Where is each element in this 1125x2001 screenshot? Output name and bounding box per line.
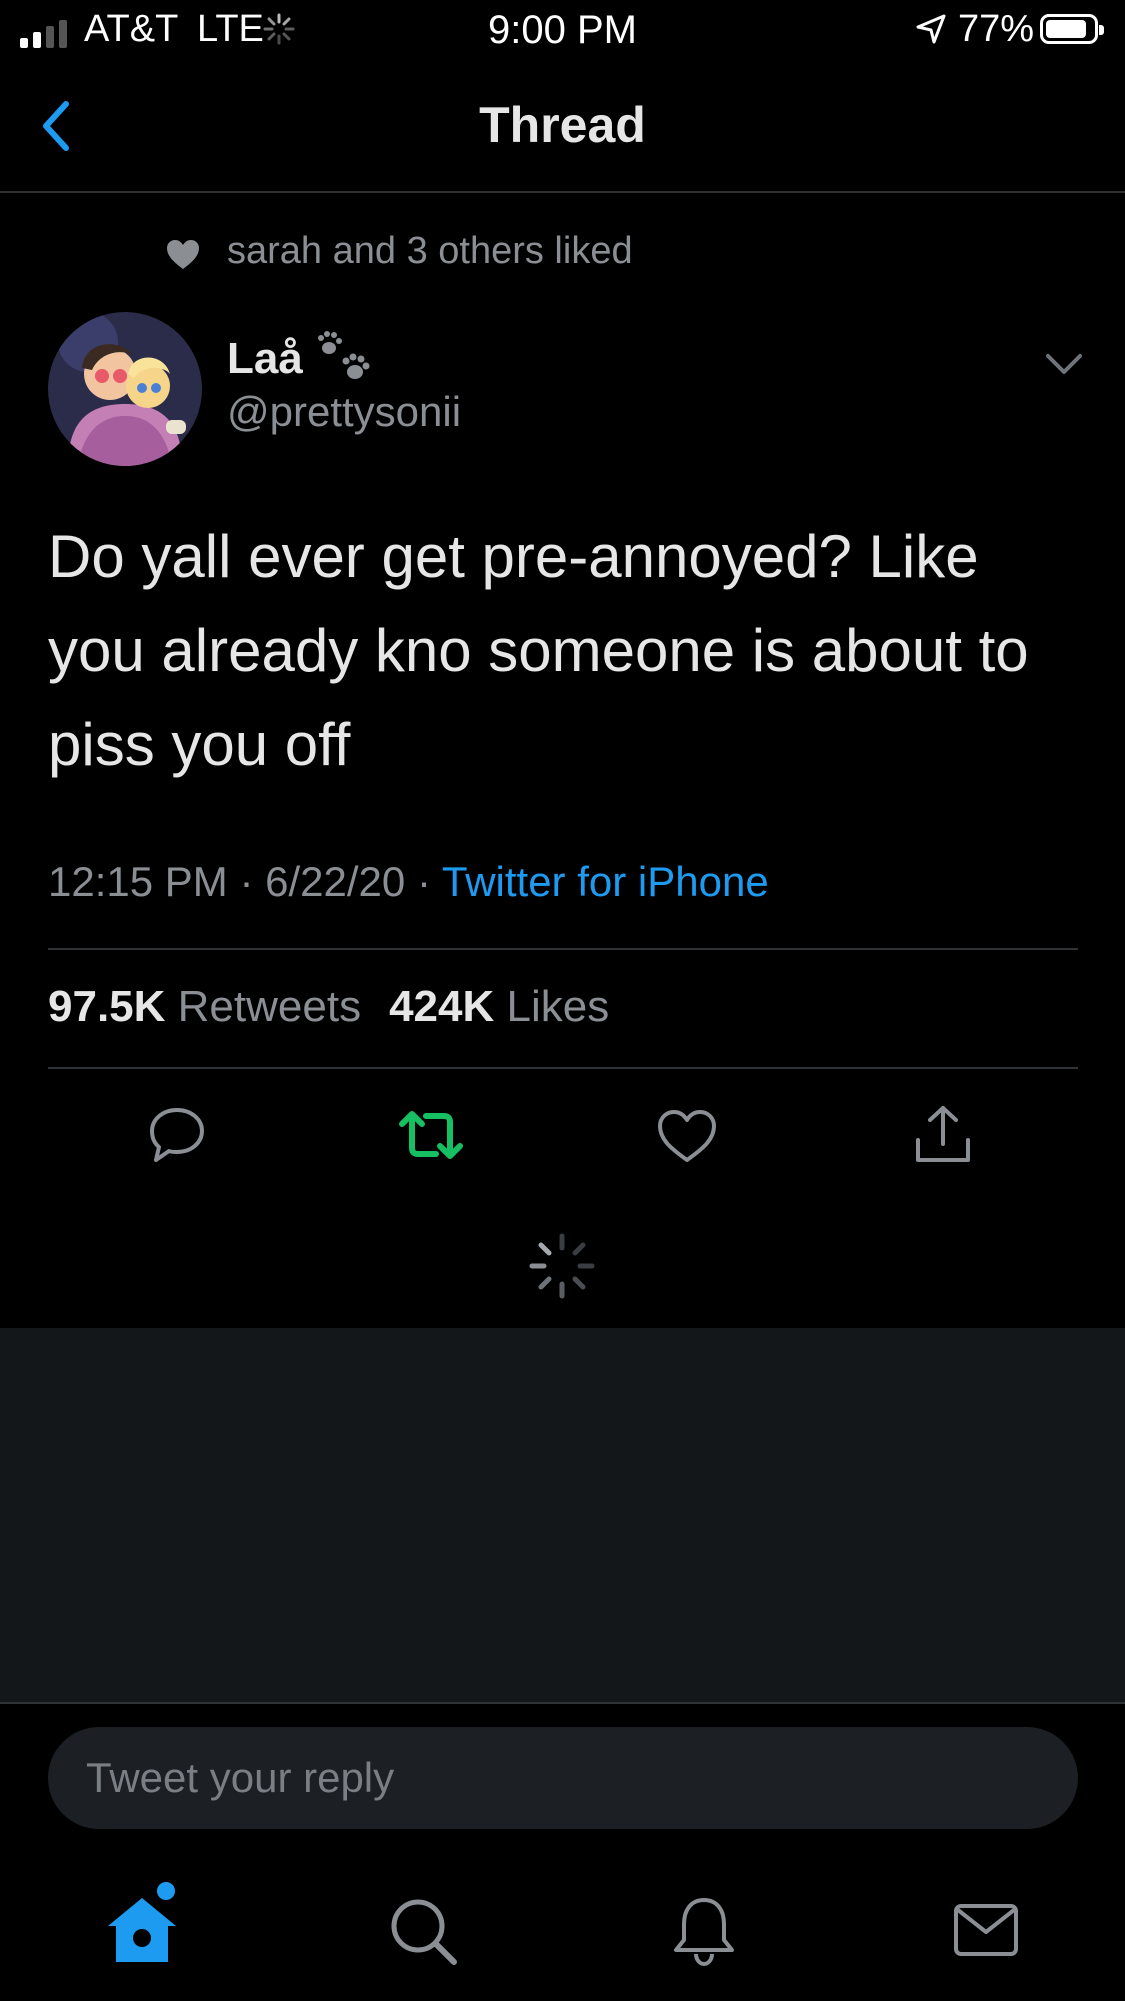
retweets-stat[interactable]: 97.5K Retweets <box>48 982 361 1031</box>
share-icon[interactable] <box>908 1100 978 1170</box>
likes-label: Likes <box>506 982 610 1031</box>
status-time: 9:00 PM <box>488 8 637 52</box>
social-context-label[interactable]: sarah and 3 others liked <box>227 230 633 273</box>
page-title: Thread <box>479 97 646 153</box>
divider <box>48 948 1078 950</box>
messages-icon[interactable] <box>948 1892 1024 1968</box>
like-icon[interactable] <box>652 1100 722 1170</box>
avatar[interactable] <box>48 312 202 466</box>
likes-stat[interactable]: 424K Likes <box>389 982 609 1031</box>
status-bar: AT&T LTE 9:00 PM 77% <box>0 0 1125 62</box>
separator: · <box>416 858 431 905</box>
retweets-label: Retweets <box>177 982 362 1031</box>
heart-icon <box>167 240 199 269</box>
retweets-count: 97.5K <box>48 982 166 1031</box>
tweet-text: Do yall ever get pre-annoyed? Like you a… <box>48 523 1029 778</box>
location-arrow-icon <box>916 14 946 44</box>
home-icon[interactable] <box>104 1892 180 1968</box>
battery-icon <box>1040 14 1104 44</box>
retweet-icon[interactable] <box>396 1100 466 1170</box>
header-divider <box>0 191 1125 193</box>
tweet-date: 6/22/20 <box>265 858 406 905</box>
likes-count: 424K <box>389 982 495 1031</box>
author-handle[interactable]: @prettysonii <box>227 388 461 436</box>
empty-replies-area <box>0 1328 1125 1702</box>
tweet-source-link[interactable]: Twitter for iPhone <box>442 858 769 905</box>
tweet-metadata: 12:15 PM · 6/22/20 · Twitter for iPhone <box>48 858 769 906</box>
paw-prints-icon <box>318 331 370 379</box>
tweet-time: 12:15 PM <box>48 858 228 905</box>
search-icon[interactable] <box>384 1892 460 1968</box>
separator: · <box>239 858 254 905</box>
tweet-stats: 97.5K Retweets 424K Likes <box>48 982 609 1032</box>
chevron-down-icon[interactable] <box>1044 350 1084 378</box>
notification-dot <box>157 1882 175 1900</box>
loading-spinner-icon <box>529 1233 595 1299</box>
notifications-icon[interactable] <box>666 1892 742 1968</box>
reply-icon[interactable] <box>142 1100 212 1170</box>
divider <box>48 1067 1078 1069</box>
divider <box>0 1702 1125 1704</box>
reply-placeholder[interactable]: Tweet your reply <box>86 1754 394 1802</box>
battery-percent: 77% <box>958 8 1035 50</box>
author-name[interactable]: Laå <box>227 334 303 384</box>
